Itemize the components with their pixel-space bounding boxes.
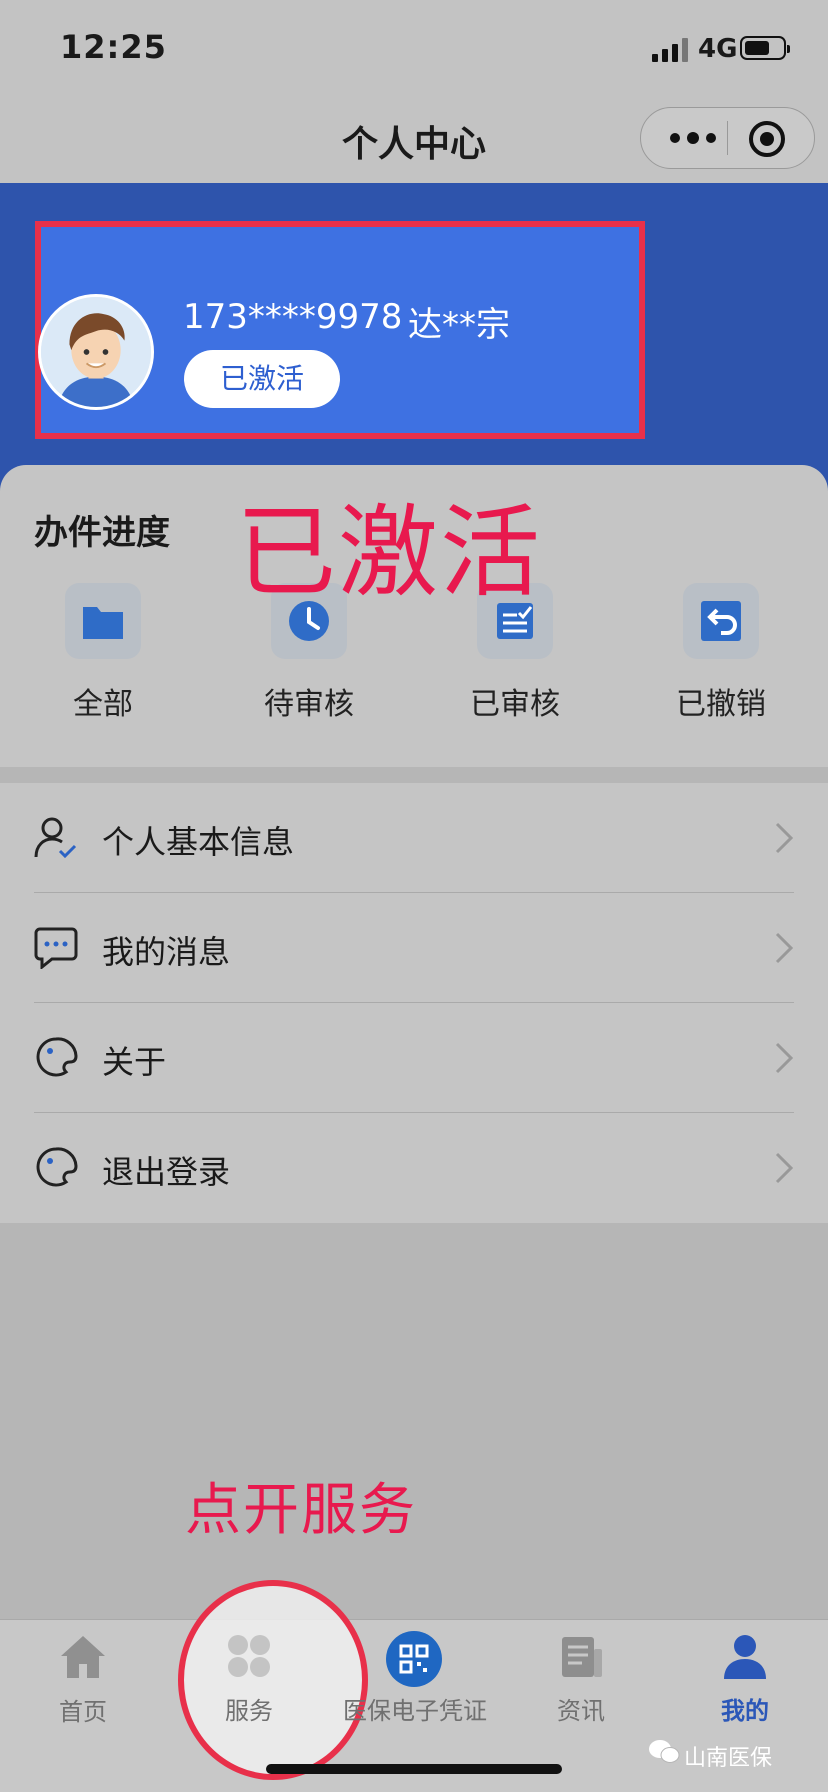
menu-item-logout[interactable]: 退出登录 xyxy=(0,1113,828,1223)
progress-section-title: 办件进度 xyxy=(34,513,170,553)
qr-code-icon xyxy=(386,1631,442,1687)
more-icon[interactable] xyxy=(663,122,723,154)
chevron-right-icon xyxy=(775,822,794,854)
status-time: 12:25 xyxy=(60,28,167,66)
progress-item-label: 待审核 xyxy=(264,687,354,722)
tab-news[interactable]: 资讯 xyxy=(498,1619,664,1739)
tab-service[interactable]: 服务 xyxy=(166,1619,332,1739)
tab-label: 资讯 xyxy=(557,1697,605,1725)
news-icon xyxy=(562,1637,602,1677)
status-bar: 12:25 4G xyxy=(0,0,828,95)
home-icon xyxy=(61,1636,105,1678)
annotation-activated: 已激活 xyxy=(236,494,542,611)
chat-icon xyxy=(34,927,78,969)
tab-label: 医保电子凭证 xyxy=(343,1697,487,1725)
capsule-divider xyxy=(727,121,728,155)
progress-item-label: 已审核 xyxy=(470,687,560,722)
network-type: 4G xyxy=(698,34,738,64)
tab-label: 服务 xyxy=(225,1697,273,1725)
grid-icon xyxy=(228,1635,270,1677)
avatar-illustration xyxy=(41,297,151,407)
menu-item-label: 个人基本信息 xyxy=(102,823,295,861)
mini-program-capsule xyxy=(640,107,815,169)
chevron-right-icon xyxy=(775,1042,794,1074)
folder-icon xyxy=(83,607,123,639)
progress-item-all[interactable]: 全部 xyxy=(23,583,183,723)
chevron-right-icon xyxy=(775,1152,794,1184)
menu-item-label: 我的消息 xyxy=(102,933,231,971)
progress-item-label: 全部 xyxy=(73,687,133,722)
wechat-icon xyxy=(649,1740,680,1763)
undo-icon xyxy=(701,601,741,641)
progress-item-label: 已撤销 xyxy=(676,687,766,722)
menu-item-label: 退出登录 xyxy=(102,1153,231,1191)
progress-item-revoked[interactable]: 已撤销 xyxy=(641,583,801,723)
menu-item-messages[interactable]: 我的消息 xyxy=(0,893,828,1003)
avatar[interactable] xyxy=(38,294,154,410)
user-phone: 173****9978 xyxy=(183,297,403,337)
menu-item-label: 关于 xyxy=(102,1043,167,1081)
tab-home[interactable]: 首页 xyxy=(0,1620,166,1740)
signal-icon xyxy=(652,38,690,62)
user-icon xyxy=(724,1635,766,1679)
palette-icon xyxy=(36,1037,78,1077)
annotation-open-service: 点开服务 xyxy=(185,1478,417,1543)
tab-medical-ecard[interactable]: 医保电子凭证 xyxy=(332,1619,498,1739)
user-check-icon xyxy=(34,817,77,859)
home-indicator xyxy=(266,1764,562,1774)
tab-label: 我的 xyxy=(721,1697,769,1725)
navigation-bar: 个人中心 xyxy=(0,95,828,183)
activation-status-badge: 已激活 xyxy=(184,350,340,408)
palette-icon xyxy=(36,1147,78,1187)
tab-mine[interactable]: 我的 xyxy=(662,1619,828,1739)
tab-label: 首页 xyxy=(59,1698,107,1726)
user-name: 达**宗 xyxy=(408,305,510,345)
menu-item-profile-info[interactable]: 个人基本信息 xyxy=(0,783,828,893)
menu-item-about[interactable]: 关于 xyxy=(0,1003,828,1113)
chevron-right-icon xyxy=(775,932,794,964)
close-target-icon[interactable] xyxy=(747,119,787,159)
battery-icon xyxy=(740,36,790,60)
watermark-text: 山南医保 xyxy=(684,1746,773,1771)
